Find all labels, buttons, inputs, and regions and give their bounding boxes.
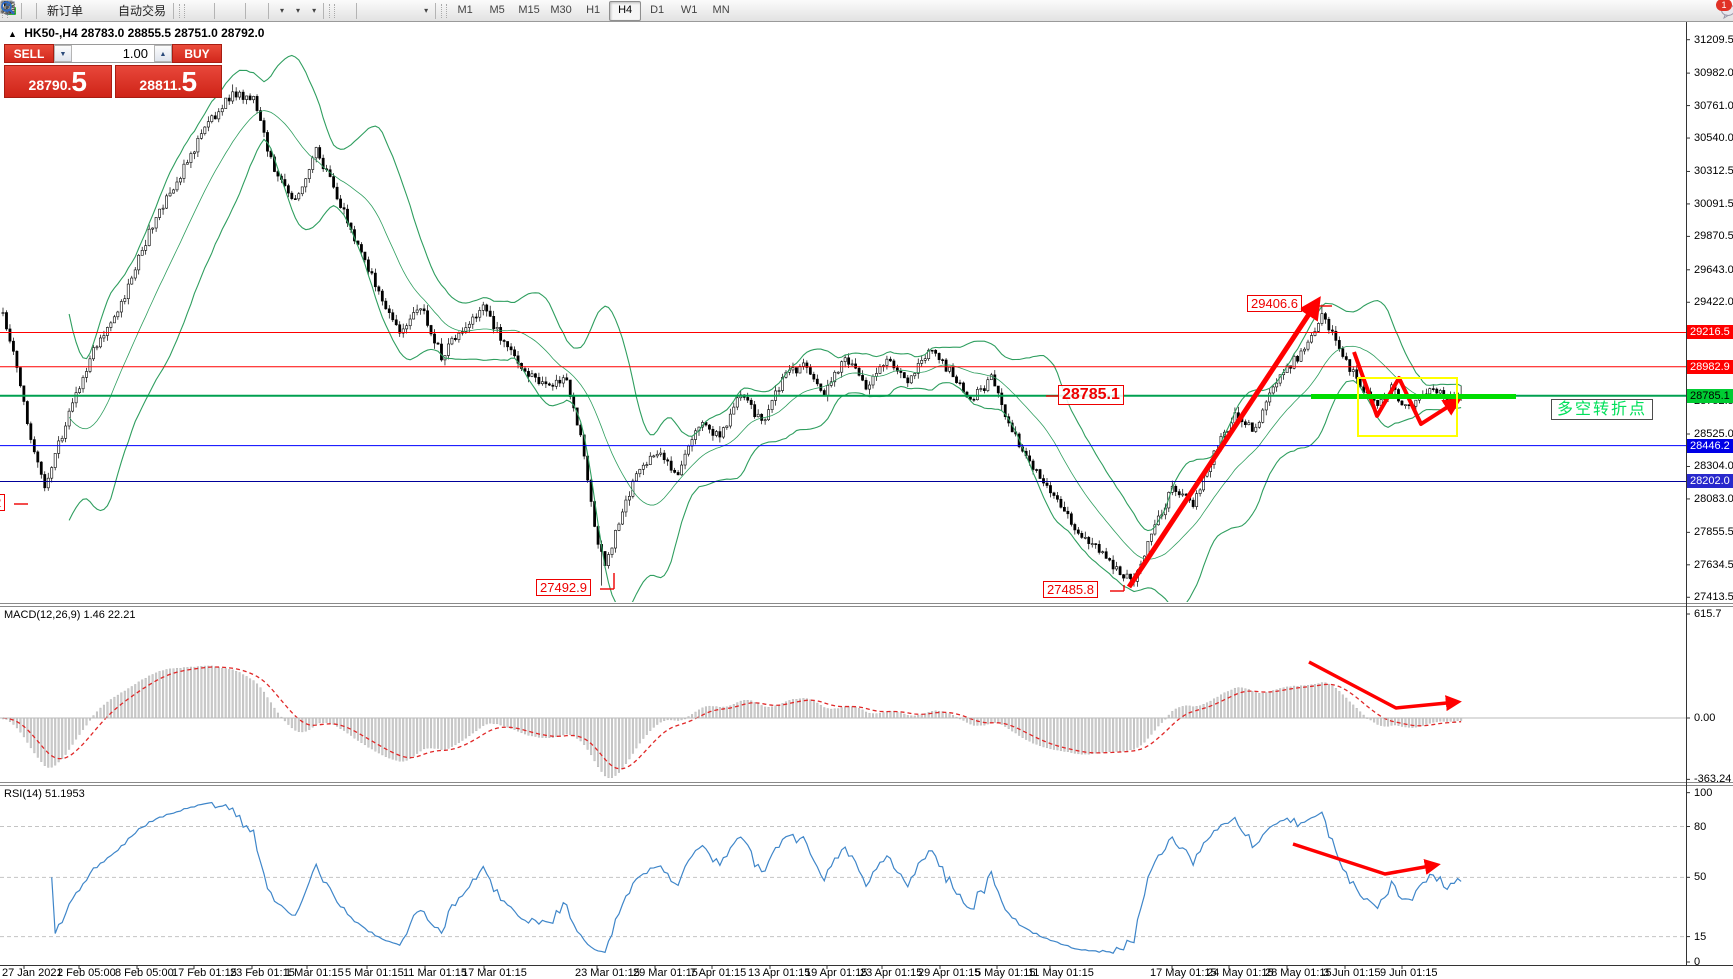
macd-tick-label: 0.00 — [1694, 712, 1715, 724]
price-tick-label: 29422.0 — [1694, 296, 1733, 308]
price-line-tag[interactable]: 29216.5 — [1687, 325, 1733, 339]
time-axis-label: 1 Mar 01:15 — [285, 967, 344, 979]
time-axis-label: 2 Feb 05:00 — [57, 967, 116, 979]
buy-price-pip: 5 — [181, 69, 197, 95]
price-line-tag[interactable]: 28785.1 — [1687, 389, 1733, 403]
time-axis-label: 9 Jun 01:15 — [1380, 967, 1438, 979]
price-tick-label: 31209.5 — [1694, 34, 1733, 46]
sell-button[interactable]: SELL — [4, 44, 54, 63]
price-annotation-may-low[interactable]: 27485.8 — [1043, 581, 1098, 598]
price-tick-label: 27413.5 — [1694, 591, 1733, 603]
macd-tick-label: -363.24 — [1694, 773, 1731, 785]
trend-arrows[interactable] — [14, 302, 1457, 874]
time-axis-label: 29 Mar 01:15 — [633, 967, 698, 979]
volume-decrease-button[interactable]: ▼ — [54, 45, 72, 62]
chart-canvas[interactable] — [0, 0, 1733, 979]
time-axis-label: 28 May 01:15 — [1265, 967, 1332, 979]
volume-stepper: ▼ 1.00 ▲ — [54, 44, 172, 63]
price-line-tag[interactable]: 28446.2 — [1687, 439, 1733, 453]
rsi-tick-label: 0 — [1694, 956, 1700, 968]
rsi-tick-label: 100 — [1694, 787, 1712, 799]
time-axis-label: 8 Feb 05:00 — [115, 967, 174, 979]
price-line-tag[interactable]: 28982.9 — [1687, 360, 1733, 374]
time-axis-label: 3 Jun 01:15 — [1323, 967, 1381, 979]
consolidation-highlight-box[interactable] — [1357, 377, 1458, 437]
turning-point-label[interactable]: 多空转折点 — [1551, 399, 1653, 420]
time-axis-label: 19 Apr 01:15 — [805, 967, 867, 979]
sell-price-pip: 5 — [71, 69, 87, 95]
time-axis-label: 27 Jan 2021 — [2, 967, 63, 979]
symbol-period-label: HK50-,H4 — [24, 26, 77, 40]
macd-tick-label: 615.7 — [1694, 608, 1722, 620]
volume-input[interactable]: 1.00 — [72, 45, 154, 62]
buy-price-int: 28811 — [139, 75, 177, 95]
rsi-tick-label: 50 — [1694, 871, 1706, 883]
price-tick-label: 27634.5 — [1694, 559, 1733, 571]
price-tick-label: 30540.0 — [1694, 132, 1733, 144]
rsi-tick-label: 15 — [1694, 931, 1706, 943]
time-axis-label: 29 Apr 01:15 — [918, 967, 980, 979]
time-axis-label: 5 Mar 01:15 — [345, 967, 404, 979]
chart-title: ▲ HK50-,H4 28783.0 28855.5 28751.0 28792… — [8, 26, 264, 40]
candlestick-series — [2, 84, 1462, 586]
time-axis-label: 17 Feb 01:15 — [172, 967, 237, 979]
ohlc-values: 28783.0 28855.5 28751.0 28792.0 — [81, 26, 265, 40]
one-click-trading-panel: SELL ▼ 1.00 ▲ BUY 28790.5 28811.5 — [4, 44, 222, 98]
time-axis-label: 23 Mar 01:15 — [575, 967, 640, 979]
price-annotation-support[interactable]: 28785.1 — [1058, 385, 1124, 405]
price-annotation-peak[interactable]: 29406.6 — [1247, 295, 1302, 312]
rsi-label: RSI(14) 51.1953 — [4, 788, 85, 800]
price-tick-label: 30091.5 — [1694, 198, 1733, 210]
time-axis-label: 23 Apr 01:15 — [860, 967, 922, 979]
price-tick-label: 29870.5 — [1694, 230, 1733, 242]
rsi-indicator — [0, 803, 1686, 954]
time-axis-label: 24 May 01:15 — [1207, 967, 1274, 979]
time-axis-label: 17 Mar 01:15 — [462, 967, 527, 979]
collapse-icon[interactable]: ▲ — [8, 29, 17, 39]
macd-label: MACD(12,26,9) 1.46 22.21 — [4, 609, 135, 621]
price-line-tag[interactable]: 28202.0 — [1687, 474, 1733, 488]
sell-price-int: 28790 — [29, 75, 68, 95]
price-annotation-clipped[interactable]: 2 — [0, 494, 5, 511]
buy-button[interactable]: BUY — [172, 44, 222, 63]
price-tick-label: 30312.5 — [1694, 165, 1733, 177]
time-axis-label: 7 Apr 01:15 — [690, 967, 746, 979]
price-tick-label: 28083.0 — [1694, 493, 1733, 505]
time-axis-label: 5 May 01:15 — [975, 967, 1036, 979]
price-tick-label: 28304.0 — [1694, 460, 1733, 472]
terminal-window: 新订单 自动交易 ▾ ▾ ▾ E F A T ▾ — [0, 0, 1733, 979]
price-tick-label: 29643.0 — [1694, 264, 1733, 276]
buy-price-display[interactable]: 28811.5 — [115, 65, 223, 98]
time-axis-label: 13 Apr 01:15 — [748, 967, 810, 979]
sell-price-display[interactable]: 28790.5 — [4, 65, 112, 98]
macd-indicator — [0, 666, 1686, 778]
time-axis-label: 11 May 01:15 — [1028, 967, 1094, 979]
rsi-tick-label: 80 — [1694, 821, 1706, 833]
time-axis-label: 11 Mar 01:15 — [403, 967, 467, 979]
price-tick-label: 27855.5 — [1694, 526, 1733, 538]
price-annotation-march-low[interactable]: 27492.9 — [536, 579, 591, 596]
price-tick-label: 30982.0 — [1694, 67, 1733, 79]
volume-increase-button[interactable]: ▲ — [154, 45, 172, 62]
price-tick-label: 30761.0 — [1694, 100, 1733, 112]
